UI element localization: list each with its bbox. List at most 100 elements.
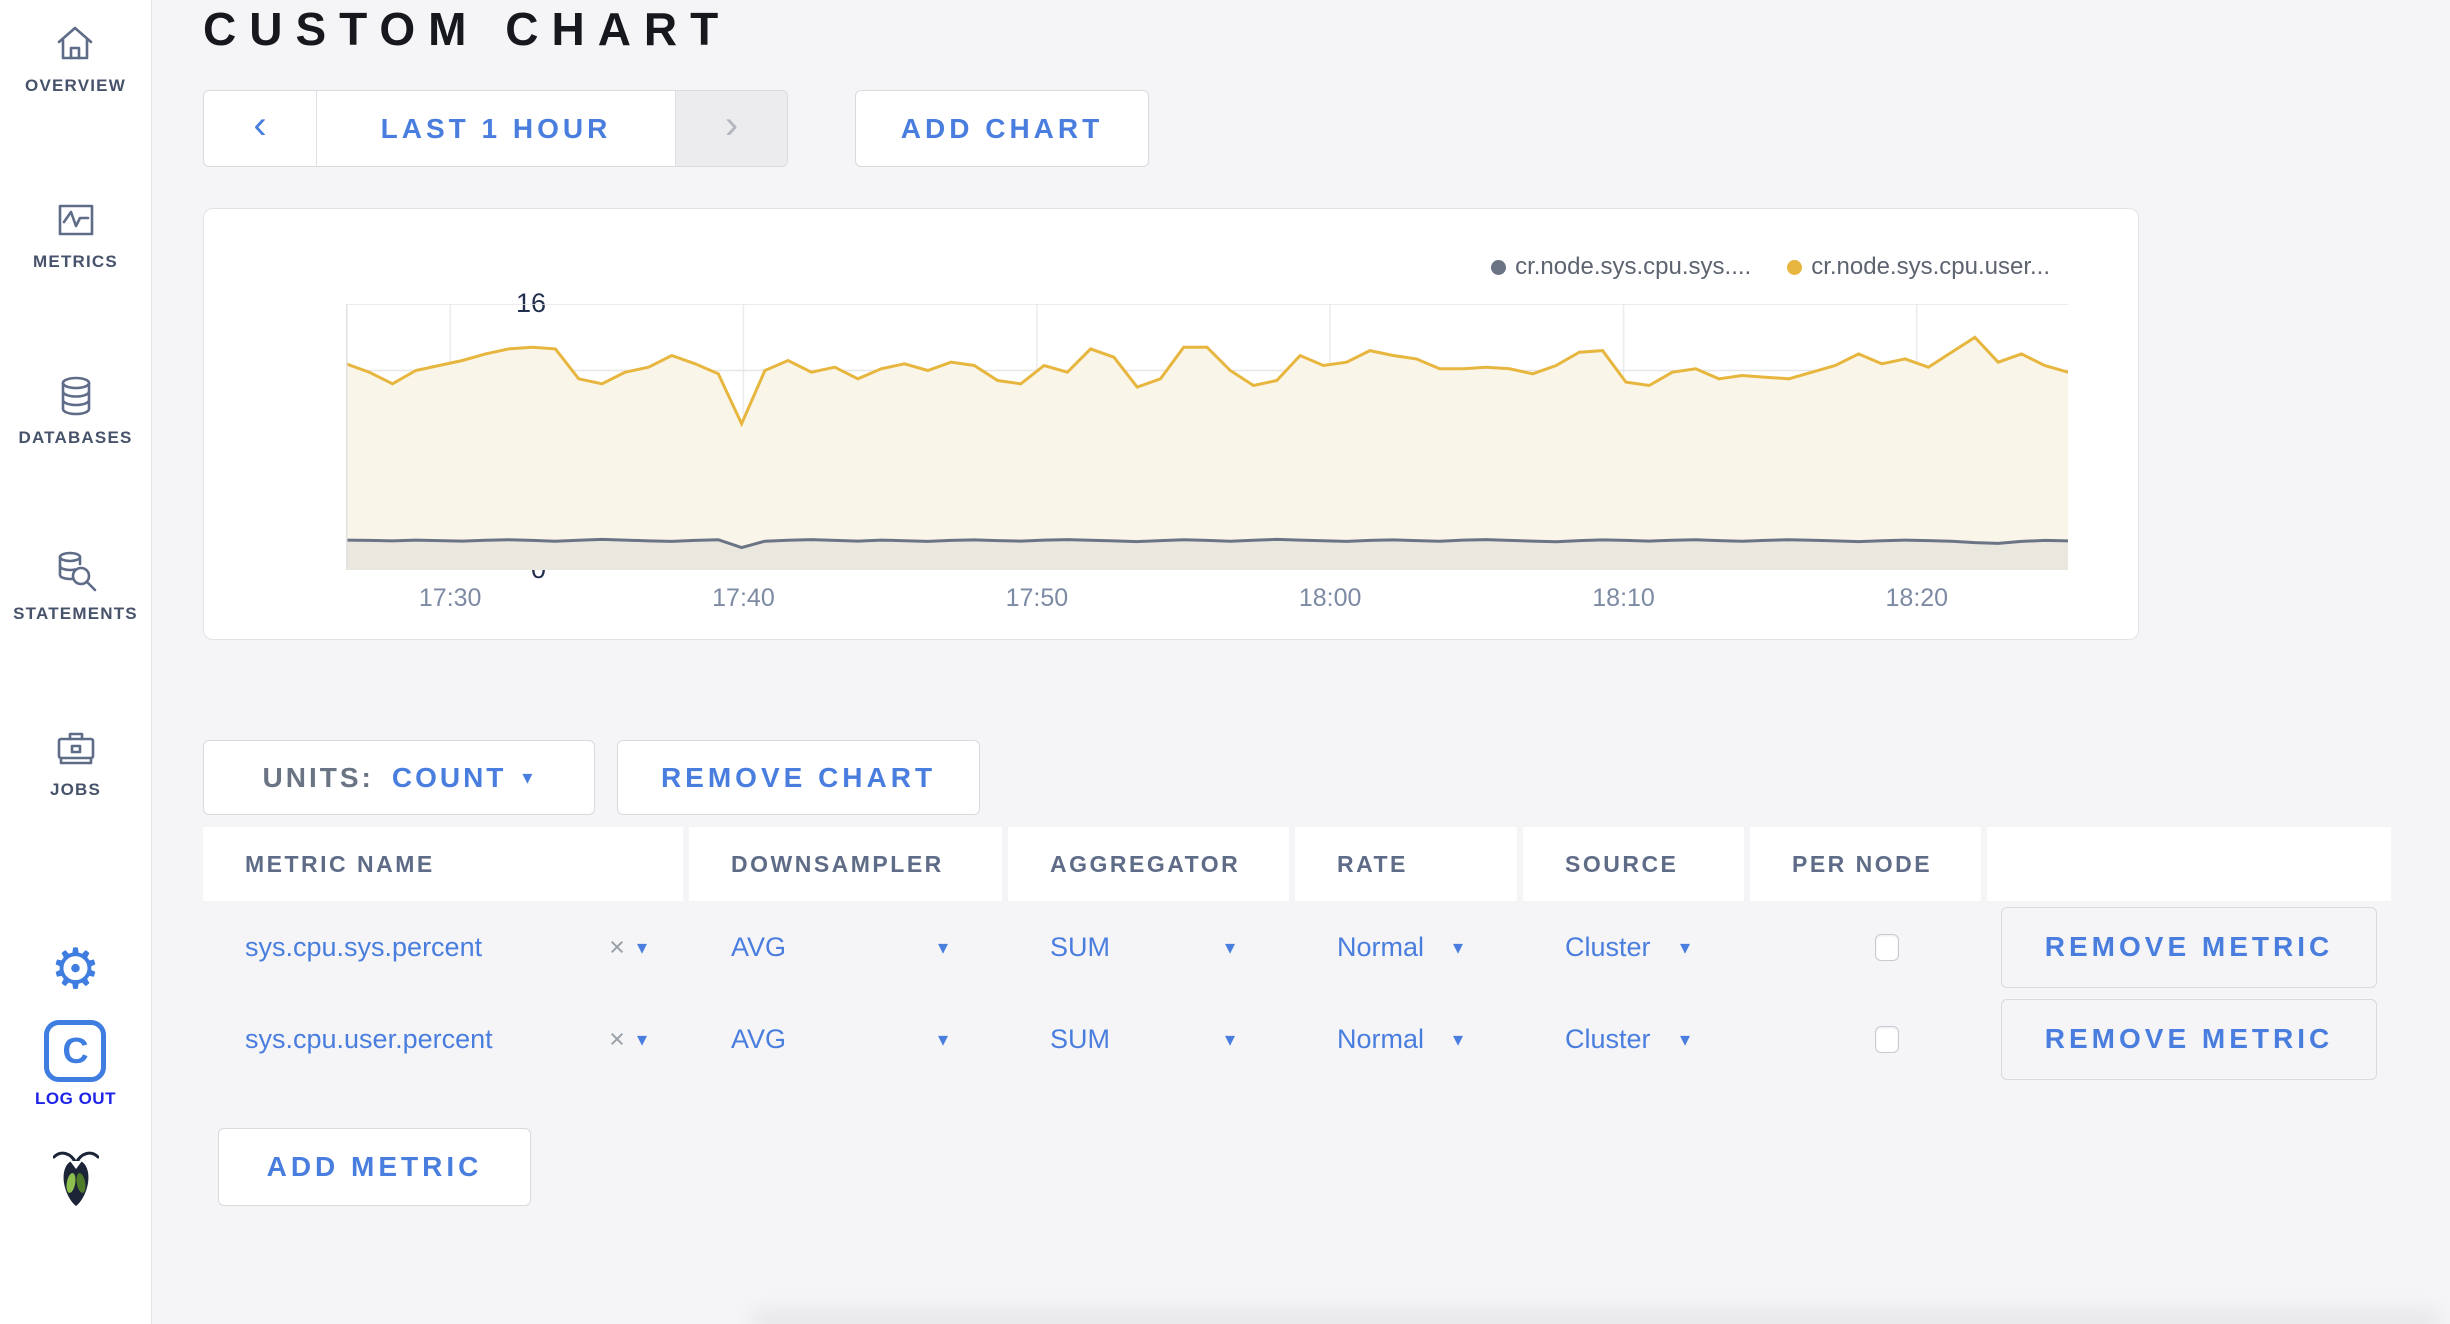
time-range-picker: ‹ LAST 1 HOUR › (203, 90, 788, 167)
table-row: sys.cpu.user.percent × ▾ AVG ▾ SUM ▾ Nor… (203, 993, 2395, 1085)
rate-value: Normal (1337, 1023, 1425, 1054)
cockroach-c-icon: C (44, 1020, 107, 1082)
sidebar-item-statements[interactable]: STATEMENTS (13, 548, 138, 624)
chevron-down-icon: ▾ (937, 936, 948, 959)
source-value: Cluster (1565, 931, 1651, 962)
legend-label-sys: cr.node.sys.cpu.sys.... (1515, 253, 1752, 280)
logout-button[interactable]: C LOG OUT (35, 1020, 116, 1109)
units-value: COUNT (391, 761, 507, 793)
actions-cell: REMOVE METRIC (1987, 993, 2391, 1085)
chart-legend: cr.node.sys.cpu.sys.... cr.node.sys.cpu.… (1491, 253, 2050, 281)
add-chart-button[interactable]: ADD CHART (855, 90, 1149, 167)
main-content: CUSTOM CHART ‹ LAST 1 HOUR › ADD CHART c… (152, 0, 2450, 1324)
table-row: sys.cpu.sys.percent × ▾ AVG ▾ SUM ▾ Norm… (203, 901, 2395, 993)
metrics-icon (58, 204, 93, 236)
toolbar: ‹ LAST 1 HOUR › (203, 90, 788, 167)
chevron-down-icon: ▾ (937, 1028, 948, 1051)
source-value: Cluster (1565, 1023, 1651, 1054)
clear-x-icon[interactable]: × (609, 932, 625, 963)
x-tick-label: 17:30 (418, 584, 482, 612)
page-title: CUSTOM CHART (203, 3, 732, 55)
metric-name-dropdown[interactable]: sys.cpu.sys.percent × ▾ (203, 901, 683, 993)
aggregator-select[interactable]: SUM ▾ (1008, 901, 1289, 993)
statements-icon (59, 551, 97, 592)
chevron-down-icon: ▾ (636, 1028, 647, 1051)
metric-clear-control[interactable]: × ▾ (609, 1024, 647, 1055)
time-range-dropdown[interactable]: LAST 1 HOUR (317, 91, 675, 166)
metrics-table: METRIC NAME DOWNSAMPLER AGGREGATOR RATE … (203, 827, 2395, 1085)
jobs-icon (57, 732, 94, 765)
aggregator-value: SUM (1050, 931, 1110, 962)
remove-metric-button[interactable]: REMOVE METRIC (2001, 998, 2377, 1080)
x-tick-label: 18:10 (1592, 584, 1655, 612)
time-range-prev-button[interactable]: ‹ (204, 91, 317, 166)
actions-cell: REMOVE METRIC (1987, 901, 2391, 993)
remove-metric-button[interactable]: REMOVE METRIC (2001, 906, 2377, 988)
chevron-down-icon: ▾ (1452, 936, 1463, 959)
downsampler-value: AVG (731, 931, 787, 962)
metrics-table-body: sys.cpu.sys.percent × ▾ AVG ▾ SUM ▾ Norm… (203, 901, 2395, 1085)
aggregator-select[interactable]: SUM ▾ (1008, 993, 1289, 1085)
chevron-down-icon: ▾ (1224, 936, 1235, 959)
legend-dot-user (1787, 259, 1803, 275)
sidebar-item-label: DATABASES (18, 428, 133, 447)
sidebar-item-jobs[interactable]: JOBS (50, 724, 101, 800)
bottom-shadow (752, 1312, 2440, 1324)
chevron-down-icon: ▾ (1224, 1028, 1235, 1051)
metric-clear-control[interactable]: × ▾ (609, 932, 647, 963)
x-tick-label: 17:50 (1005, 584, 1069, 612)
metric-name-dropdown[interactable]: sys.cpu.user.percent × ▾ (203, 993, 683, 1085)
sidebar-item-databases[interactable]: DATABASES (18, 372, 132, 448)
units-label: UNITS: (262, 761, 374, 793)
sidebar: OVERVIEW METRICS DATABASES STATEMENTS JO… (0, 0, 152, 1324)
home-icon (58, 26, 93, 60)
x-tick-label: 17:40 (712, 584, 775, 612)
time-range-label: LAST 1 HOUR (380, 112, 612, 144)
sidebar-item-overview[interactable]: OVERVIEW (25, 20, 126, 96)
chevron-down-icon: ▾ (1679, 936, 1690, 959)
per-node-cell (1750, 993, 1981, 1085)
downsampler-select[interactable]: AVG ▾ (689, 901, 1002, 993)
sidebar-item-metrics[interactable]: METRICS (33, 196, 118, 272)
time-range-next-button-disabled[interactable]: › (675, 91, 787, 166)
metric-name-value: sys.cpu.user.percent (245, 1023, 493, 1054)
logout-label: LOG OUT (35, 1089, 116, 1108)
chart-card: cr.node.sys.cpu.sys.... cr.node.sys.cpu.… (203, 208, 2139, 640)
settings-gear-icon[interactable]: ⚙ (50, 940, 100, 998)
metrics-table-header: METRIC NAME DOWNSAMPLER AGGREGATOR RATE … (203, 827, 2395, 901)
clear-x-icon[interactable]: × (609, 1024, 625, 1055)
metric-name-value: sys.cpu.sys.percent (245, 931, 483, 962)
legend-item-sys: cr.node.sys.cpu.sys.... (1491, 253, 1751, 281)
add-metric-button[interactable]: ADD METRIC (218, 1128, 531, 1206)
rate-select[interactable]: Normal ▾ (1295, 993, 1517, 1085)
chevron-down-icon: ▾ (1679, 1028, 1690, 1051)
x-tick-label: 18:20 (1885, 584, 1949, 612)
sidebar-item-label: METRICS (33, 252, 118, 271)
chevron-down-icon: ▾ (522, 767, 536, 789)
source-select[interactable]: Cluster ▾ (1523, 993, 1744, 1085)
col-header-actions (1987, 827, 2391, 901)
chevron-right-icon: › (724, 103, 739, 147)
x-tick-label: 18:00 (1298, 584, 1362, 612)
rate-select[interactable]: Normal ▾ (1295, 901, 1517, 993)
database-icon (61, 376, 90, 416)
chevron-down-icon: ▾ (1452, 1028, 1463, 1051)
remove-chart-button[interactable]: REMOVE CHART (617, 740, 980, 815)
aggregator-value: SUM (1050, 1023, 1110, 1054)
col-header-rate: RATE (1295, 827, 1517, 901)
rate-value: Normal (1337, 931, 1425, 962)
col-header-metric-name: METRIC NAME (203, 827, 683, 901)
col-header-downsampler: DOWNSAMPLER (689, 827, 1002, 901)
sidebar-item-label: OVERVIEW (25, 76, 126, 95)
downsampler-select[interactable]: AVG ▾ (689, 993, 1002, 1085)
chart-plot-area[interactable] (346, 304, 2068, 570)
units-dropdown[interactable]: UNITS: COUNT ▾ (203, 740, 595, 815)
per-node-checkbox[interactable] (1874, 1025, 1899, 1053)
col-header-aggregator: AGGREGATOR (1008, 827, 1289, 901)
source-select[interactable]: Cluster ▾ (1523, 901, 1744, 993)
per-node-checkbox[interactable] (1874, 933, 1899, 961)
cockroachdb-bug-logo (52, 1149, 99, 1214)
per-node-cell (1750, 901, 1981, 993)
downsampler-value: AVG (731, 1023, 787, 1054)
legend-label-user: cr.node.sys.cpu.user... (1811, 253, 2050, 280)
